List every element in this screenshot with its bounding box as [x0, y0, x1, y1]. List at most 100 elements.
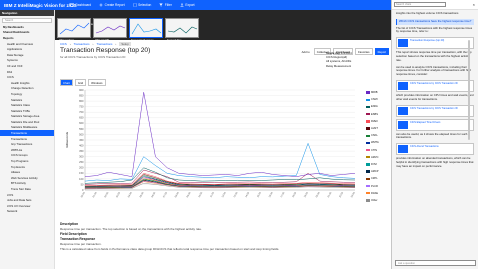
legend-item[interactable]: MRIB	[366, 89, 390, 96]
breadcrumb-item[interactable]: Transactions	[74, 42, 90, 46]
chat-search-input[interactable]: Search chats	[394, 2, 446, 7]
report-link-card[interactable]: Transaction Response (top 20)	[396, 37, 474, 50]
legend-item[interactable]: CSMI	[366, 96, 390, 103]
thumbnail-label: Transaction Response	[131, 40, 154, 42]
thumbnail-4[interactable]: Suspend Time	[165, 18, 199, 42]
legend-label: ESBS	[371, 112, 378, 116]
legend-item[interactable]: FRAE	[366, 190, 390, 197]
y-tick-label: 800	[79, 99, 84, 103]
selection-icon	[132, 3, 137, 7]
scrollbar[interactable]	[468, 40, 470, 140]
user-question: Which CICS transactions have the highest…	[396, 18, 474, 25]
legend-label: RVE0	[371, 119, 378, 123]
y-axis-label: milliseconds	[65, 131, 69, 148]
report-link-label: CICS Elapsed Time Drivers	[410, 120, 441, 124]
legend-label: AMCP	[371, 170, 379, 174]
legend-item[interactable]: CTIN	[366, 147, 390, 154]
legend-item[interactable]: WMTA	[366, 139, 390, 146]
chat-message: can be used to analyze CICS transactions…	[396, 64, 472, 77]
breadcrumb-item[interactable]: Transactions	[96, 42, 112, 46]
plus-icon	[99, 3, 103, 7]
field-name: Transaction Response	[60, 236, 96, 241]
y-tick-label: 350	[79, 149, 84, 153]
legend-item[interactable]: RVE0	[366, 118, 390, 125]
breadcrumb-item[interactable]: CICS	[60, 42, 67, 46]
report-link-label: CICS Abend Transactions	[410, 145, 439, 149]
navigation-search-input[interactable]: Search	[2, 17, 52, 23]
legend-label: CTIN	[371, 148, 378, 152]
legend-item[interactable]: CZPL	[366, 175, 390, 182]
legend-item[interactable]: FNVI	[366, 161, 390, 168]
navigation-sidebar: Navigation Search My Dashboards Shared Da…	[0, 10, 55, 269]
report-link-card[interactable]: CICS Abend Transactions	[396, 143, 474, 156]
assistant-panel: Search chats × insights into the highest…	[391, 0, 478, 269]
y-tick-label: 300	[79, 155, 84, 159]
legend-swatch	[366, 105, 370, 109]
legend-item[interactable]: ALMT	[366, 125, 390, 132]
chat-message: The list of CICS Transactions with the h…	[396, 25, 473, 34]
legend-item[interactable]: CSKL	[366, 132, 390, 139]
y-tick-label: 50	[81, 182, 84, 186]
report-link-label: CICS Transactions by CICS Transaction ID	[410, 81, 458, 85]
report-meta: Single day 4/3/2024 CICS Region(all) All…	[326, 51, 388, 68]
legend-label: FRAE	[371, 191, 378, 195]
legend-label: PLCR	[371, 184, 378, 188]
x-tick-label: 13:00	[233, 191, 239, 198]
sidebar-item[interactable]: Network	[0, 209, 54, 215]
legend-item[interactable]: AMCP	[366, 168, 390, 175]
field-text-detail: This is a calculated value from fields i…	[60, 247, 280, 252]
selection-button[interactable]: Selection	[132, 3, 152, 7]
x-tick-label: 15:00	[256, 191, 262, 198]
selection-label: Selection	[138, 3, 152, 7]
export-icon	[180, 3, 184, 7]
y-tick-label: 200	[79, 166, 84, 170]
legend-swatch	[366, 156, 370, 159]
chat-input[interactable]: Ask a question	[395, 260, 476, 266]
y-tick-label: 150	[79, 171, 84, 175]
y-tick-label: 900	[79, 88, 84, 92]
legend-label: Other	[371, 198, 378, 202]
x-tick-label: 18:00	[292, 191, 298, 198]
report-link-card[interactable]: CICS Transactions by CICS Transaction ID	[396, 79, 474, 92]
legend-swatch	[366, 127, 370, 130]
legend-label: FNVI	[371, 162, 377, 166]
chat-message: insights into the highest volume CICS tr…	[396, 11, 459, 15]
create-report-button[interactable]: Create Report	[99, 3, 125, 7]
close-icon[interactable]: ×	[473, 2, 475, 7]
report-thumbnail-icon	[398, 145, 408, 154]
report-thumbnail-icon	[398, 120, 408, 129]
export-button[interactable]: Export	[180, 3, 195, 7]
field-description-heading: Field Description	[60, 232, 87, 237]
legend-item[interactable]: ENFA	[366, 103, 390, 110]
add-to-button[interactable]: Add to	[299, 49, 312, 55]
y-tick-label: 400	[79, 143, 84, 147]
y-tick-label: 500	[79, 132, 84, 136]
report-link-card[interactable]: CICS Transactions by CICS Transaction ID	[396, 104, 474, 117]
create-report-label: Create Report	[104, 3, 125, 7]
report-thumbnail-icon	[398, 39, 408, 48]
filter-icon	[159, 3, 163, 7]
thumbnail-2[interactable]: CPU and zIIP	[93, 18, 127, 42]
legend-item[interactable]: ESBS	[366, 111, 390, 118]
chat-message: which provides information on CPU times …	[396, 92, 474, 101]
x-tick-label: 09:00	[186, 191, 192, 198]
chart-legend: MRIB CSMI ENFA ESBS RVE0 ALMT CSKL WMTA CTIN AMVC…	[366, 89, 390, 204]
report-link-card[interactable]: CICS Elapsed Time Drivers	[396, 118, 474, 131]
dashboard-button[interactable]: Dashboard	[70, 3, 91, 7]
x-tick-label: 08:00	[174, 191, 180, 198]
legend-item[interactable]: Other	[366, 197, 390, 204]
report-thumbnail-icon	[398, 81, 408, 90]
filter-button[interactable]: Filter	[159, 3, 172, 7]
legend-item[interactable]: AMVC	[366, 154, 390, 161]
meta-line: Relay Measurement	[326, 63, 352, 68]
legend-item[interactable]: PLCR	[366, 182, 390, 189]
thumbnail-1[interactable]: CPU per Trans	[57, 18, 91, 42]
legend-swatch	[366, 120, 370, 123]
x-tick-label: 01:00	[92, 191, 98, 198]
legend-swatch	[366, 184, 370, 188]
report-thumbnail-icon	[398, 106, 408, 115]
x-tick-label: 21:00	[327, 191, 333, 198]
thumbnail-3[interactable]: Transaction Response	[129, 18, 163, 42]
description-heading: Description	[60, 221, 79, 226]
y-tick-label: 250	[79, 160, 84, 164]
